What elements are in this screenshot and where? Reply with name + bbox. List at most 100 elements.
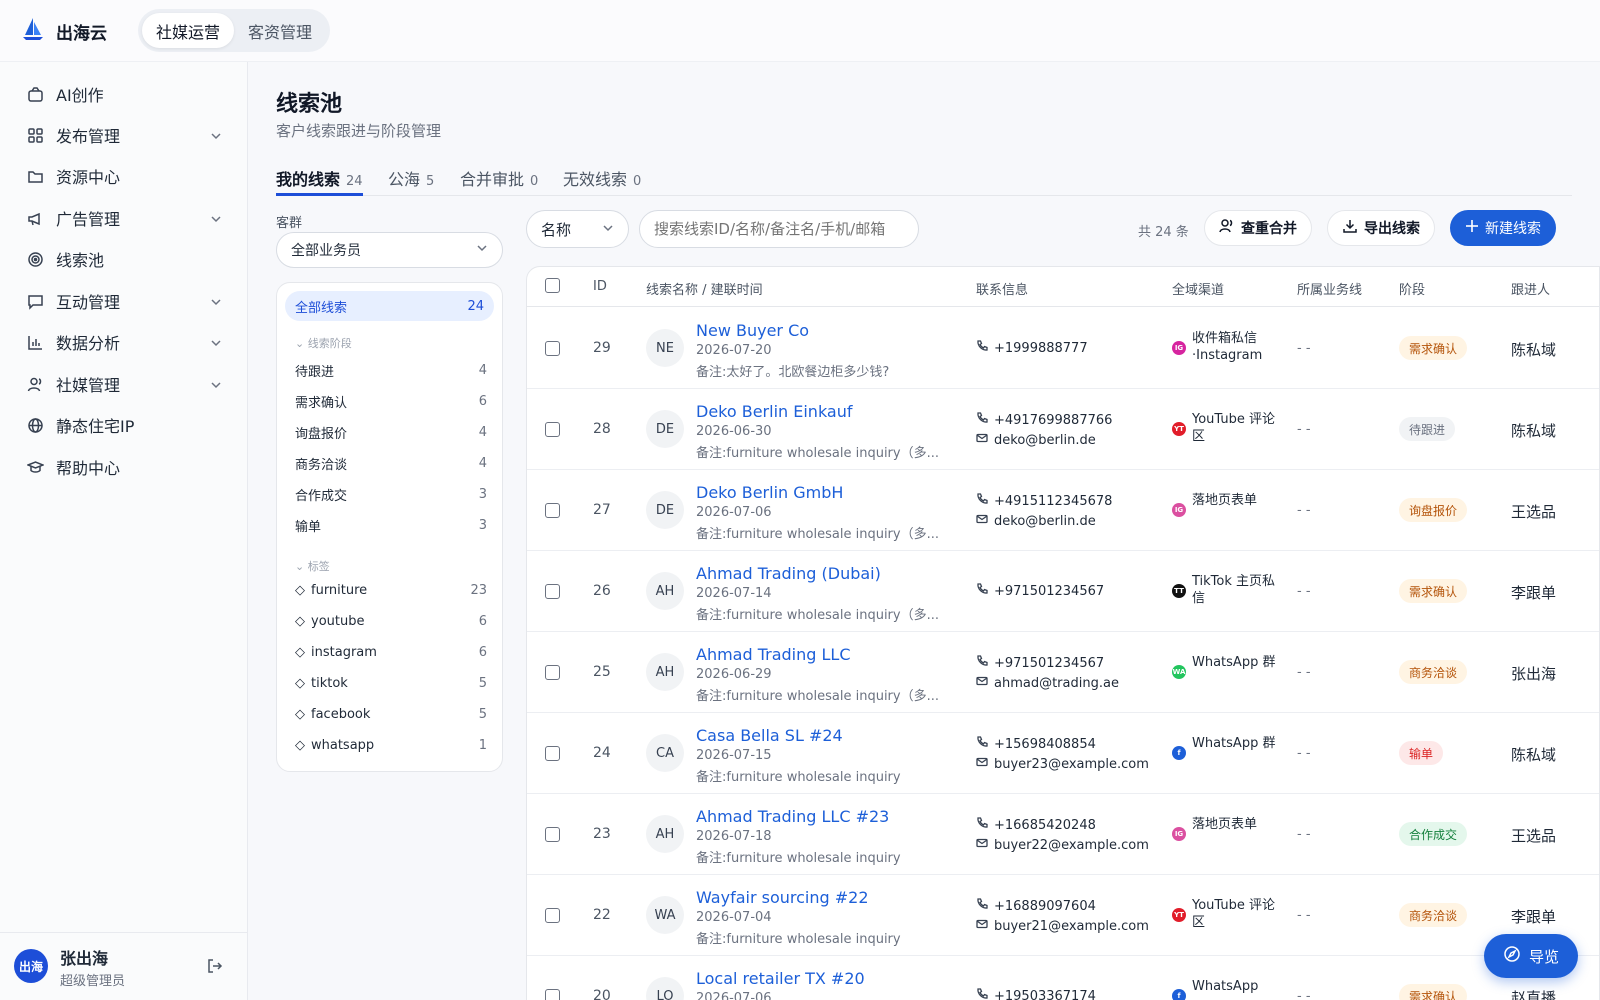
stage-item[interactable]: 合作成交 3 xyxy=(295,485,487,504)
tag-item[interactable]: ◇ tiktok 5 xyxy=(295,676,487,691)
sidebar-item-analytics[interactable]: 数据分析 xyxy=(26,327,222,357)
table-row[interactable]: 28 DE Deko Berlin Einkauf 2026-06-30 备注:furn… xyxy=(527,389,1599,470)
dedupe-merge-button[interactable]: 查重合并 xyxy=(1204,210,1312,246)
tag-item[interactable]: ◇ instagram 6 xyxy=(295,645,487,660)
lead-name-link[interactable]: New Buyer Co xyxy=(696,321,809,340)
lead-note: 备注:furniture wholesale inquiry（多... xyxy=(696,527,939,542)
lead-name-link[interactable]: Deko Berlin GmbH xyxy=(696,483,843,502)
row-checkbox[interactable] xyxy=(545,665,560,680)
stage-badge[interactable]: 需求确认 xyxy=(1399,579,1468,603)
lead-name-link[interactable]: Local retailer TX #20 xyxy=(696,969,865,988)
tab-public-pool[interactable]: 公海 5 xyxy=(388,166,434,196)
lead-id: 22 xyxy=(593,907,611,923)
topnav-customers[interactable]: 客资管理 xyxy=(234,13,326,48)
sidebar-item-ads[interactable]: 广告管理 xyxy=(26,203,222,233)
field-select[interactable]: 名称 xyxy=(526,210,629,248)
stage-item[interactable]: 待跟进 4 xyxy=(295,361,487,380)
tab-my-leads[interactable]: 我的线索 24 xyxy=(276,166,363,196)
select-all-checkbox[interactable] xyxy=(545,278,560,293)
tag-item[interactable]: ◇ facebook 5 xyxy=(295,707,487,722)
stage-badge[interactable]: 输单 xyxy=(1399,741,1444,765)
lead-name-link[interactable]: Wayfair sourcing #22 xyxy=(696,888,869,907)
sidebar-item-publish[interactable]: 发布管理 xyxy=(26,120,222,150)
tag-icon: ◇ xyxy=(295,707,305,722)
column-header[interactable]: 阶段 xyxy=(1399,279,1425,298)
sidebar-item-static-ip[interactable]: 静态住宅IP xyxy=(26,410,222,440)
lead-avatar: AH xyxy=(646,815,684,853)
row-checkbox[interactable] xyxy=(545,746,560,761)
sidebar-item-help[interactable]: 帮助中心 xyxy=(26,452,222,482)
table-row[interactable]: 23 AH Ahmad Trading LLC #23 2026-07-18 备注:fu… xyxy=(527,794,1599,875)
lead-name-link[interactable]: Ahmad Trading LLC #23 xyxy=(696,807,889,826)
sidebar-item-ai-create[interactable]: AI创作 xyxy=(26,79,222,109)
phone-icon xyxy=(976,493,988,509)
row-checkbox[interactable] xyxy=(545,341,560,356)
tab-merge-approval[interactable]: 合并审批 0 xyxy=(460,166,538,196)
sidebar-item-interaction[interactable]: 互动管理 xyxy=(26,286,222,316)
stage-badge[interactable]: 合作成交 xyxy=(1399,822,1468,846)
top-bar: 出海云 社媒运营 客资管理 xyxy=(0,0,1600,62)
lead-name-link[interactable]: Deko Berlin Einkauf xyxy=(696,402,853,421)
group-all-leads[interactable]: 全部线索 24 xyxy=(285,291,494,321)
row-checkbox[interactable] xyxy=(545,584,560,599)
stage-section-header[interactable]: ⌄ 线索阶段 xyxy=(295,335,352,351)
stage-item[interactable]: 需求确认 6 xyxy=(295,392,487,411)
column-header[interactable]: 所属业务线 xyxy=(1297,279,1362,298)
sidebar-item-leads[interactable]: 线索池 xyxy=(26,244,222,274)
stage-badge[interactable]: 待跟进 xyxy=(1399,417,1456,441)
stage-badge[interactable]: 询盘报价 xyxy=(1399,498,1468,522)
avatar[interactable]: 出海 xyxy=(14,949,48,983)
export-leads-button[interactable]: 导出线索 xyxy=(1327,210,1435,246)
stage-badge[interactable]: 商务洽谈 xyxy=(1399,660,1468,684)
table-row[interactable]: 22 WA Wayfair sourcing #22 2026-07-04 备注:fur… xyxy=(527,875,1599,956)
stage-label: 询盘报价 xyxy=(295,427,348,442)
stage-item[interactable]: 询盘报价 4 xyxy=(295,423,487,442)
column-header[interactable]: ID xyxy=(593,279,607,294)
table-row[interactable]: 24 CA Casa Bella SL #24 2026-07-15 备注:furnit… xyxy=(527,713,1599,794)
column-header[interactable]: 联系信息 xyxy=(976,279,1028,298)
column-header[interactable]: 线索名称 / 建联时间 xyxy=(646,279,763,298)
lead-name-link[interactable]: Ahmad Trading LLC xyxy=(696,645,851,664)
follower-name: 王选品 xyxy=(1511,827,1557,845)
row-checkbox[interactable] xyxy=(545,827,560,842)
table-row[interactable]: 25 AH Ahmad Trading LLC 2026-06-29 备注:furnit… xyxy=(527,632,1599,713)
tag-section-header[interactable]: ⌄ 标签 xyxy=(295,558,330,574)
row-checkbox[interactable] xyxy=(545,908,560,923)
tag-item[interactable]: ◇ whatsapp 1 xyxy=(295,738,487,753)
table-row[interactable]: 27 DE Deko Berlin GmbH 2026-07-06 备注:furnitu… xyxy=(527,470,1599,551)
lead-email: buyer21@example.com xyxy=(976,918,1149,934)
lead-name-link[interactable]: Ahmad Trading (Dubai) xyxy=(696,564,881,583)
row-checkbox[interactable] xyxy=(545,503,560,518)
stage-badge[interactable]: 需求确认 xyxy=(1399,984,1468,1000)
row-checkbox[interactable] xyxy=(545,422,560,437)
app-logo[interactable]: 出海云 xyxy=(20,16,107,46)
search-input[interactable] xyxy=(639,210,919,248)
column-header[interactable]: 跟进人 xyxy=(1511,279,1550,298)
table-row[interactable]: 20 LO Local retailer TX #20 2026-07-06 +1950… xyxy=(527,956,1599,1000)
logout-icon[interactable] xyxy=(206,957,224,979)
graduation-cap-icon xyxy=(26,458,44,476)
column-header[interactable]: 全域渠道 xyxy=(1172,279,1224,298)
tag-icon: ◇ xyxy=(295,614,305,629)
new-lead-button[interactable]: 新建线索 xyxy=(1450,210,1556,246)
table-row[interactable]: 29 NE New Buyer Co 2026-07-20 备注:太好了。北欧餐边柜多少… xyxy=(527,308,1599,389)
stage-badge[interactable]: 需求确认 xyxy=(1399,336,1468,360)
chevron-down-icon xyxy=(210,334,222,353)
stage-item[interactable]: 商务洽谈 4 xyxy=(295,454,487,473)
sidebar-item-resources[interactable]: 资源中心 xyxy=(26,161,222,191)
stage-item[interactable]: 输单 3 xyxy=(295,516,487,535)
topnav-social[interactable]: 社媒运营 xyxy=(142,13,235,48)
stage-badge[interactable]: 商务洽谈 xyxy=(1399,903,1468,927)
guide-button[interactable]: 导览 xyxy=(1484,934,1578,978)
lead-id: 28 xyxy=(593,421,611,437)
tag-item[interactable]: ◇ furniture 23 xyxy=(295,583,487,598)
table-row[interactable]: 26 AH Ahmad Trading (Dubai) 2026-07-14 备注:fu… xyxy=(527,551,1599,632)
sidebar-item-social[interactable]: 社媒管理 xyxy=(26,369,222,399)
lead-name-link[interactable]: Casa Bella SL #24 xyxy=(696,726,843,745)
phone-value: +19503367174 xyxy=(994,988,1096,1000)
tag-item[interactable]: ◇ youtube 6 xyxy=(295,614,487,629)
row-checkbox[interactable] xyxy=(545,989,560,1000)
salesperson-select[interactable]: 全部业务员 xyxy=(276,232,503,268)
tab-invalid-leads[interactable]: 无效线索 0 xyxy=(563,166,641,196)
channel-label: YouTube 评论区 xyxy=(1192,412,1275,444)
